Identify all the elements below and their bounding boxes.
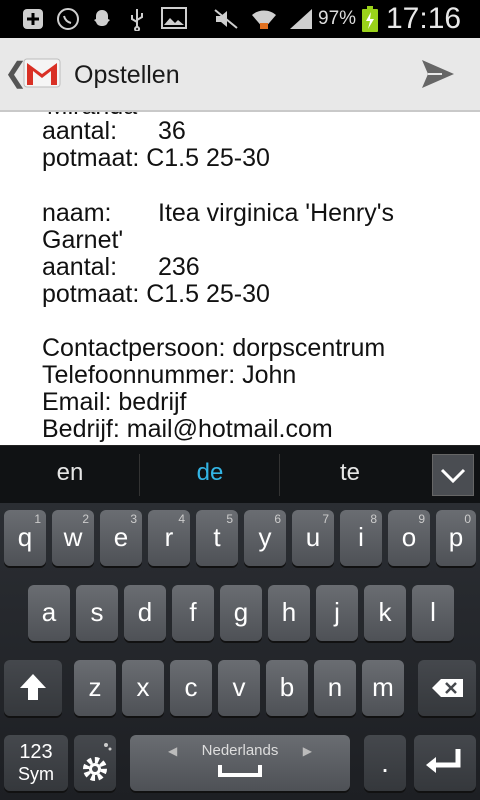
shift-icon[interactable] [4, 660, 62, 716]
mute-icon [213, 7, 239, 31]
battery-percent: 97% [318, 8, 357, 29]
backspace-icon[interactable] [418, 660, 476, 716]
suggestion-item[interactable]: te [290, 459, 410, 487]
period-key[interactable]: . [364, 735, 406, 791]
message-line: potmaat: C1.5 25-30 [42, 144, 270, 172]
action-bar: ❮ Opstellen [0, 38, 480, 112]
key-j[interactable]: j [316, 585, 358, 641]
key-s[interactable]: s [76, 585, 118, 641]
key-m[interactable]: m [362, 660, 404, 716]
gear-icon[interactable] [74, 735, 116, 791]
suggestion-divider [279, 454, 280, 496]
key-c[interactable]: c [170, 660, 212, 716]
image-icon [161, 7, 187, 31]
message-line: Telefoonnummer: John [42, 361, 297, 389]
message-line: aantal: 36 [42, 117, 186, 145]
key-h[interactable]: h [268, 585, 310, 641]
key-o[interactable]: 9o [388, 510, 430, 566]
send-icon[interactable] [418, 54, 458, 94]
key-k[interactable]: k [364, 585, 406, 641]
clock: 17:16 [386, 2, 462, 35]
message-line: naam: Itea virginica 'Henry's [42, 199, 395, 227]
gmail-icon[interactable] [22, 53, 62, 93]
signal-icon [288, 7, 314, 31]
message-line: Contactpersoon: dorpscentrum [42, 334, 386, 362]
key-y[interactable]: 6y [244, 510, 286, 566]
suggestion-item[interactable]: en [10, 459, 130, 487]
key-i[interactable]: 8i [340, 510, 382, 566]
suggestion-divider [139, 454, 140, 496]
space-key[interactable]: Nederlands ◀ ▶ [130, 735, 350, 791]
key-q[interactable]: 1q [4, 510, 46, 566]
page-title: Opstellen [74, 61, 180, 89]
message-line: Bedrijf: mail@hotmail.com [42, 415, 333, 443]
key-t[interactable]: 5t [196, 510, 238, 566]
key-w[interactable]: 2w [52, 510, 94, 566]
message-body[interactable]: 'Miranda' aantal:36 potmaat: C1.5 25-30 … [0, 112, 480, 445]
key-d[interactable]: d [124, 585, 166, 641]
key-l[interactable]: l [412, 585, 454, 641]
suggestion-item-active[interactable]: de [150, 459, 270, 487]
wifi-icon [250, 7, 276, 31]
status-bar: 97% 17:16 [0, 0, 480, 38]
key-z[interactable]: z [74, 660, 116, 716]
key-x[interactable]: x [122, 660, 164, 716]
key-u[interactable]: 7u [292, 510, 334, 566]
key-v[interactable]: v [218, 660, 260, 716]
keyboard: 1q 2w 3e 4r 5t 6y 7u 8i 9o 0p a s d f g … [0, 503, 480, 800]
whatsapp-icon [55, 7, 81, 31]
symbols-key[interactable]: 123 Sym [4, 735, 68, 791]
chevron-down-icon[interactable] [432, 454, 474, 496]
key-e[interactable]: 3e [100, 510, 142, 566]
key-b[interactable]: b [266, 660, 308, 716]
snapchat-icon [89, 7, 115, 31]
message-line: Garnet' [42, 226, 124, 254]
key-n[interactable]: n [314, 660, 356, 716]
message-line: potmaat: C1.5 25-30 [42, 280, 270, 308]
key-f[interactable]: f [172, 585, 214, 641]
usb-icon [124, 7, 150, 32]
plus-icon [20, 7, 46, 31]
message-line: Email: bedrijf [42, 388, 187, 416]
key-g[interactable]: g [220, 585, 262, 641]
key-r[interactable]: 4r [148, 510, 190, 566]
suggestion-bar: en de te [0, 445, 480, 504]
battery-icon [362, 6, 378, 32]
key-p[interactable]: 0p [436, 510, 476, 566]
enter-icon[interactable] [414, 735, 476, 791]
key-a[interactable]: a [28, 585, 70, 641]
message-line: aantal: 236 [42, 253, 200, 281]
